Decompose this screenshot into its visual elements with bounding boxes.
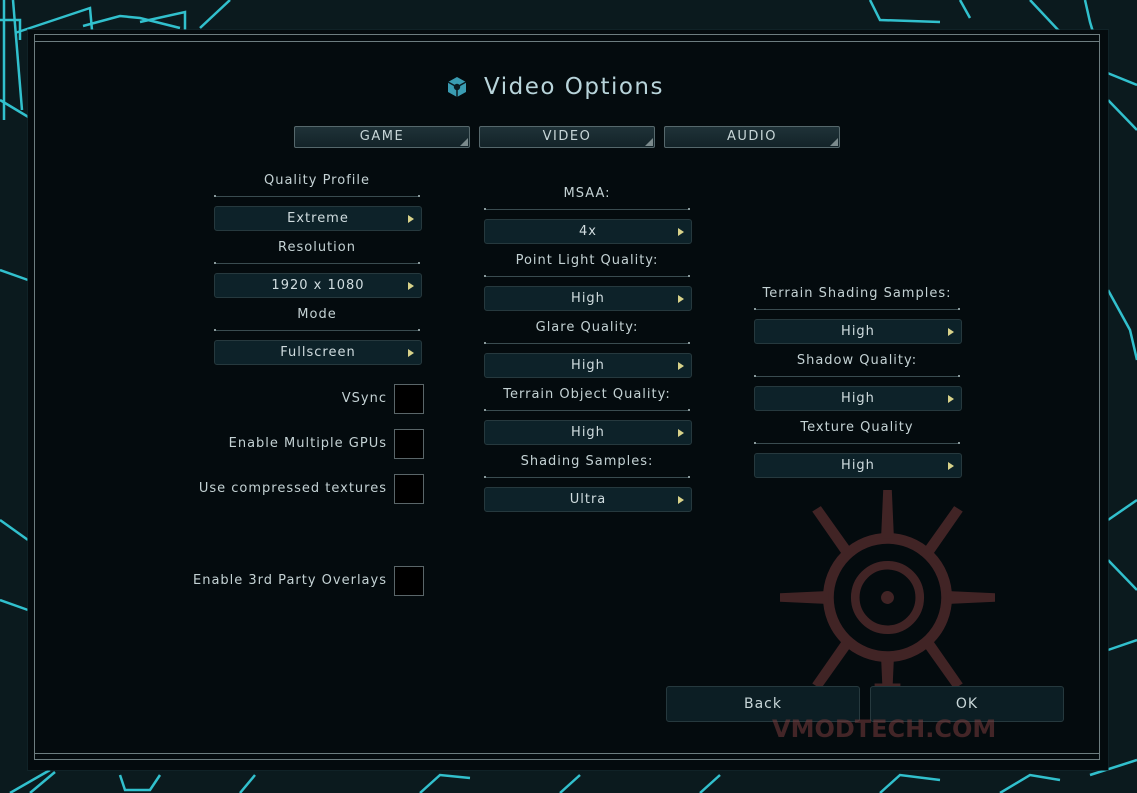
terrain-object-quality-select[interactable]: High bbox=[484, 420, 692, 445]
arrow-right-icon[interactable] bbox=[678, 228, 684, 236]
texture-quality-select[interactable]: High bbox=[754, 453, 962, 478]
resolution-value: 1920 x 1080 bbox=[271, 278, 365, 293]
arrow-right-icon[interactable] bbox=[408, 215, 414, 223]
compressed-textures-checkbox[interactable] bbox=[394, 474, 424, 504]
vsync-row: VSync bbox=[200, 384, 424, 414]
divider bbox=[214, 329, 420, 331]
quality-profile-label: Quality Profile bbox=[263, 173, 370, 188]
terrain-object-quality-label: Terrain Object Quality: bbox=[503, 387, 671, 402]
vsync-label: VSync bbox=[341, 391, 387, 406]
point-light-quality-value: High bbox=[571, 291, 605, 306]
point-light-quality-label: Point Light Quality: bbox=[515, 253, 659, 268]
page-title: Video Options bbox=[484, 74, 664, 100]
arrow-right-icon[interactable] bbox=[408, 349, 414, 357]
frame-divider-bottom bbox=[34, 753, 1100, 754]
mode-value: Fullscreen bbox=[280, 345, 356, 360]
divider bbox=[484, 476, 690, 478]
vsync-checkbox[interactable] bbox=[394, 384, 424, 414]
shading-samples-select[interactable]: Ultra bbox=[484, 487, 692, 512]
point-light-quality-select[interactable]: High bbox=[484, 286, 692, 311]
multi-gpu-checkbox[interactable] bbox=[394, 429, 424, 459]
divider bbox=[754, 308, 960, 310]
tab-game[interactable]: GAME bbox=[294, 126, 470, 148]
terrain-shading-samples-select[interactable]: High bbox=[754, 319, 962, 344]
arrow-right-icon[interactable] bbox=[678, 429, 684, 437]
texture-quality-label: Texture Quality bbox=[800, 420, 914, 435]
glare-quality-label: Glare Quality: bbox=[535, 320, 639, 335]
terrain-shading-samples-label: Terrain Shading Samples: bbox=[762, 286, 952, 301]
shadow-quality-label: Shadow Quality: bbox=[796, 353, 918, 368]
terrain-object-quality-value: High bbox=[571, 425, 605, 440]
arrow-right-icon[interactable] bbox=[948, 328, 954, 336]
shading-samples-label: Shading Samples: bbox=[520, 454, 654, 469]
watermark-text: VMODTECH.COM bbox=[772, 715, 997, 743]
arrow-right-icon[interactable] bbox=[408, 282, 414, 290]
mode-select[interactable]: Fullscreen bbox=[214, 340, 422, 365]
arrow-right-icon[interactable] bbox=[948, 395, 954, 403]
arrow-right-icon[interactable] bbox=[948, 462, 954, 470]
page-header: Video Options bbox=[446, 74, 664, 100]
arrow-right-icon[interactable] bbox=[678, 362, 684, 370]
shadow-quality-select[interactable]: High bbox=[754, 386, 962, 411]
msaa-label: MSAA: bbox=[563, 186, 611, 201]
hexagon-logo-icon bbox=[447, 77, 467, 97]
arrow-right-icon[interactable] bbox=[678, 496, 684, 504]
resolution-select[interactable]: 1920 x 1080 bbox=[214, 273, 422, 298]
glare-quality-value: High bbox=[571, 358, 605, 373]
multi-gpu-row: Enable Multiple GPUs bbox=[200, 429, 424, 459]
divider bbox=[754, 442, 960, 444]
arrow-right-icon[interactable] bbox=[678, 295, 684, 303]
divider bbox=[484, 275, 690, 277]
multi-gpu-label: Enable Multiple GPUs bbox=[228, 436, 387, 451]
msaa-value: 4x bbox=[579, 224, 597, 239]
terrain-shading-samples-value: High bbox=[841, 324, 875, 339]
divider bbox=[484, 342, 690, 344]
frame-divider-top bbox=[34, 41, 1100, 42]
shading-samples-value: Ultra bbox=[569, 492, 607, 507]
compressed-textures-row: Use compressed textures bbox=[198, 474, 424, 504]
divider bbox=[214, 262, 420, 264]
mode-label: Mode bbox=[297, 307, 337, 322]
divider bbox=[214, 195, 420, 197]
third-party-overlays-checkbox[interactable] bbox=[394, 566, 424, 596]
msaa-select[interactable]: 4x bbox=[484, 219, 692, 244]
texture-quality-value: High bbox=[841, 458, 875, 473]
watermark-emblem-icon bbox=[780, 490, 995, 705]
shadow-quality-value: High bbox=[841, 391, 875, 406]
compressed-textures-label: Use compressed textures bbox=[198, 481, 387, 496]
glare-quality-select[interactable]: High bbox=[484, 353, 692, 378]
divider bbox=[484, 409, 690, 411]
divider bbox=[484, 208, 690, 210]
quality-profile-value: Extreme bbox=[287, 211, 349, 226]
resolution-label: Resolution bbox=[278, 240, 356, 255]
tab-audio[interactable]: AUDIO bbox=[664, 126, 840, 148]
divider bbox=[754, 375, 960, 377]
third-party-overlays-label: Enable 3rd Party Overlays bbox=[193, 573, 387, 588]
tab-video[interactable]: VIDEO bbox=[479, 126, 655, 148]
third-party-overlays-row: Enable 3rd Party Overlays bbox=[193, 566, 424, 596]
quality-profile-select[interactable]: Extreme bbox=[214, 206, 422, 231]
